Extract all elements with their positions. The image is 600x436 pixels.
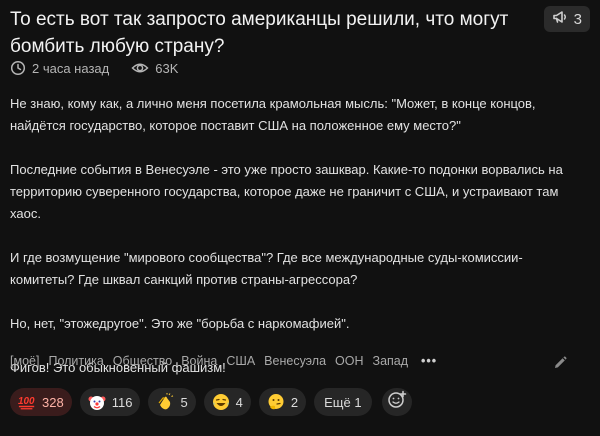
more-reactions-button[interactable]: Ещё 1	[314, 388, 372, 416]
paragraph: Но, нет, "этожедругое". Это же "борьба с…	[10, 316, 350, 331]
tag-item[interactable]: США	[226, 354, 255, 368]
laughing-emoji-icon	[212, 393, 230, 411]
add-reaction-button[interactable]	[381, 388, 412, 416]
paragraph: Не знаю, кому как, а лично меня посетила…	[10, 96, 536, 133]
reactions-bar: 100 328 116 5 4 2 Ещё 1	[10, 388, 412, 416]
add-emoji-icon	[387, 390, 407, 415]
tag-item[interactable]: Общество	[113, 354, 172, 368]
tag-item[interactable]: Война	[181, 354, 217, 368]
post-time: 2 часа назад	[32, 60, 110, 76]
reaction-chip[interactable]: 100 328	[10, 388, 72, 416]
tag-item[interactable]: Венесуэла	[264, 354, 326, 368]
reaction-chip[interactable]: 2	[258, 388, 307, 416]
reaction-count: 4	[235, 394, 243, 410]
clock-icon	[10, 60, 26, 76]
thinking-emoji-icon	[267, 393, 285, 411]
clown-emoji-icon	[88, 393, 106, 411]
eye-icon	[131, 60, 149, 76]
tag-item[interactable]: Политика	[48, 354, 103, 368]
reaction-chip[interactable]: 5	[148, 388, 196, 416]
reaction-count: 328	[42, 394, 64, 410]
tags-more-button[interactable]: •••	[421, 354, 437, 368]
paragraph: И где возмущение "мирового сообщества"? …	[10, 250, 523, 287]
comments-count: 3	[573, 10, 582, 28]
reaction-count: 116	[111, 394, 133, 410]
post-card: То есть вот так запросто американцы реши…	[0, 0, 600, 436]
post-title[interactable]: То есть вот так запросто американцы реши…	[10, 6, 510, 60]
tag-item[interactable]: ООН	[335, 354, 363, 368]
post-meta: 2 часа назад 63K	[10, 60, 178, 76]
more-reactions-label: Ещё 1	[324, 394, 362, 410]
megaphone-icon	[552, 9, 568, 29]
reaction-count: 2	[290, 394, 299, 410]
comments-button[interactable]: 3	[543, 6, 590, 32]
clapping-hands-emoji-icon	[156, 393, 174, 411]
reaction-chip[interactable]: 116	[79, 388, 141, 416]
tag-list: [моё] Политика Общество Война США Венесу…	[10, 354, 437, 368]
tag-item[interactable]: [моё]	[10, 354, 39, 368]
svg-text:100: 100	[18, 396, 35, 407]
paragraph: Последние события в Венесуэле - это уже …	[10, 162, 563, 221]
hundred-emoji-icon: 100	[18, 393, 36, 411]
tag-item[interactable]: Запад	[373, 354, 409, 368]
views-count: 63K	[155, 60, 179, 76]
reaction-count: 5	[180, 394, 188, 410]
pencil-icon[interactable]	[553, 356, 567, 375]
reaction-chip[interactable]: 4	[203, 388, 251, 416]
